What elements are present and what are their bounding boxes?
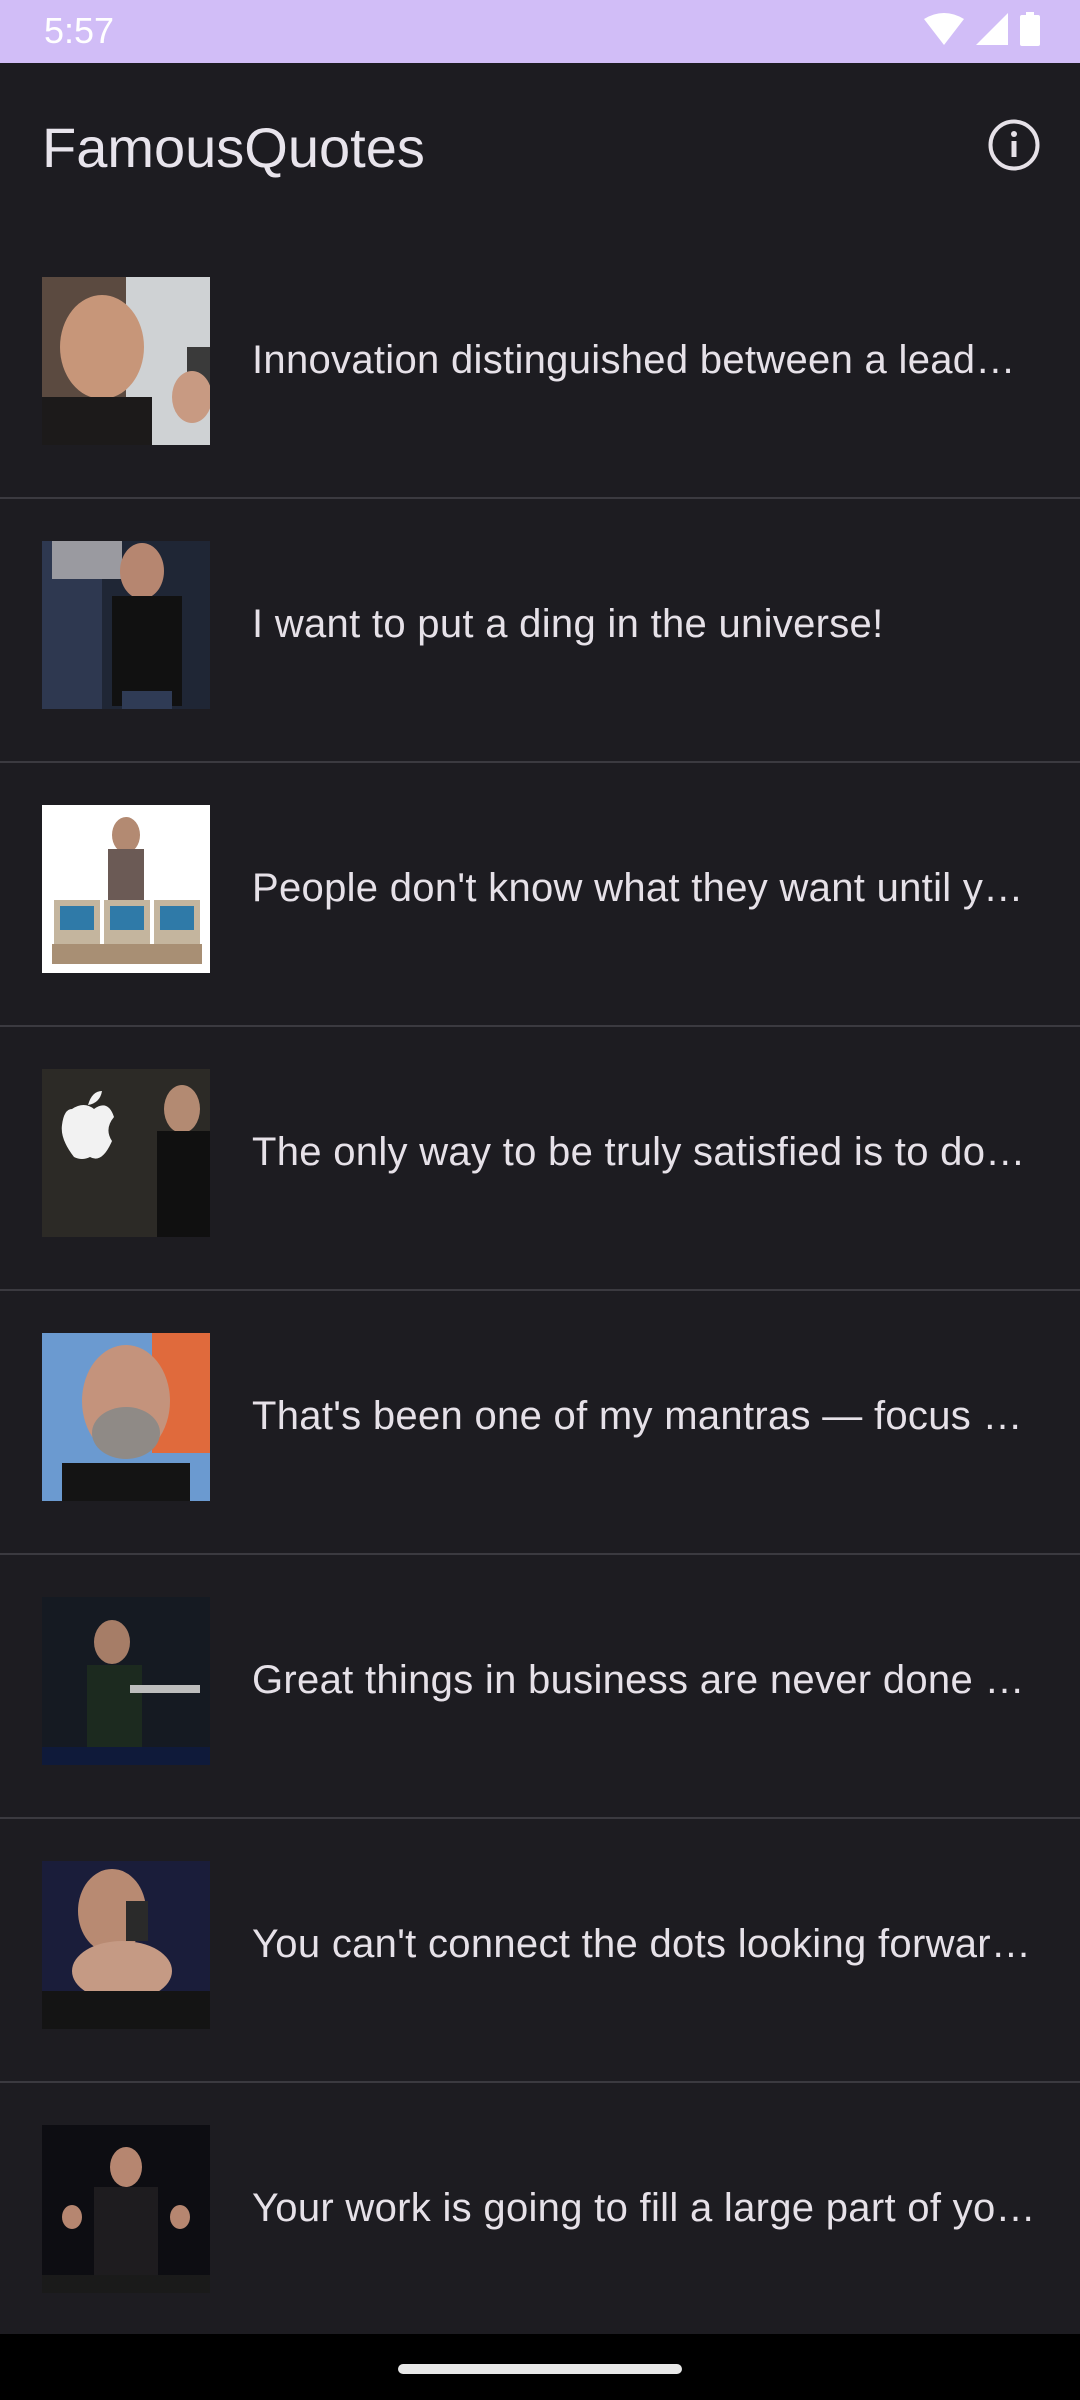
wifi-icon (924, 13, 964, 49)
quote-text: Great things in business are never done … (252, 1658, 1036, 1702)
quote-thumbnail (42, 277, 210, 445)
info-icon (987, 118, 1041, 176)
quote-thumbnail (42, 1861, 210, 2029)
status-time: 5:57 (44, 10, 115, 51)
quote-thumbnail (42, 805, 210, 973)
status-bar: 5:57 (0, 0, 1080, 63)
quote-text: Innovation distinguished between a leade… (252, 338, 1036, 382)
quote-text: That's been one of my mantras — focus an… (252, 1394, 1036, 1438)
quote-thumbnail (42, 1597, 210, 1765)
list-item[interactable]: That's been one of my mantras — focus an… (0, 1291, 1080, 1555)
list-item[interactable]: People don't know what they want until y… (0, 763, 1080, 1027)
list-item[interactable]: You can't connect the dots looking forwa… (0, 1819, 1080, 2083)
quote-text: The only way to be truly satisfied is to… (252, 1130, 1036, 1174)
battery-icon (1020, 12, 1040, 50)
quote-thumbnail (42, 2125, 210, 2293)
home-gesture-handle[interactable] (398, 2364, 682, 2374)
quote-list: Innovation distinguished between a leade… (0, 235, 1080, 2347)
list-item[interactable]: Your work is going to fill a large part … (0, 2083, 1080, 2347)
info-button[interactable] (982, 115, 1046, 179)
app-bar: FamousQuotes (0, 63, 1080, 235)
list-item[interactable]: Great things in business are never done … (0, 1555, 1080, 1819)
list-item[interactable]: Innovation distinguished between a leade… (0, 235, 1080, 499)
quote-text: You can't connect the dots looking forwa… (252, 1922, 1036, 1966)
signal-icon (976, 13, 1008, 49)
quote-text: I want to put a ding in the universe! (252, 602, 884, 646)
app-title: FamousQuotes (42, 116, 425, 179)
quote-thumbnail (42, 1069, 210, 1237)
list-item[interactable]: The only way to be truly satisfied is to… (0, 1027, 1080, 1291)
quote-text: People don't know what they want until y… (252, 866, 1036, 910)
status-icons (924, 12, 1040, 50)
list-item[interactable]: I want to put a ding in the universe! (0, 499, 1080, 763)
quote-thumbnail (42, 541, 210, 709)
quote-text: Your work is going to fill a large part … (252, 2186, 1036, 2230)
quote-thumbnail (42, 1333, 210, 1501)
navigation-bar (0, 2334, 1080, 2400)
